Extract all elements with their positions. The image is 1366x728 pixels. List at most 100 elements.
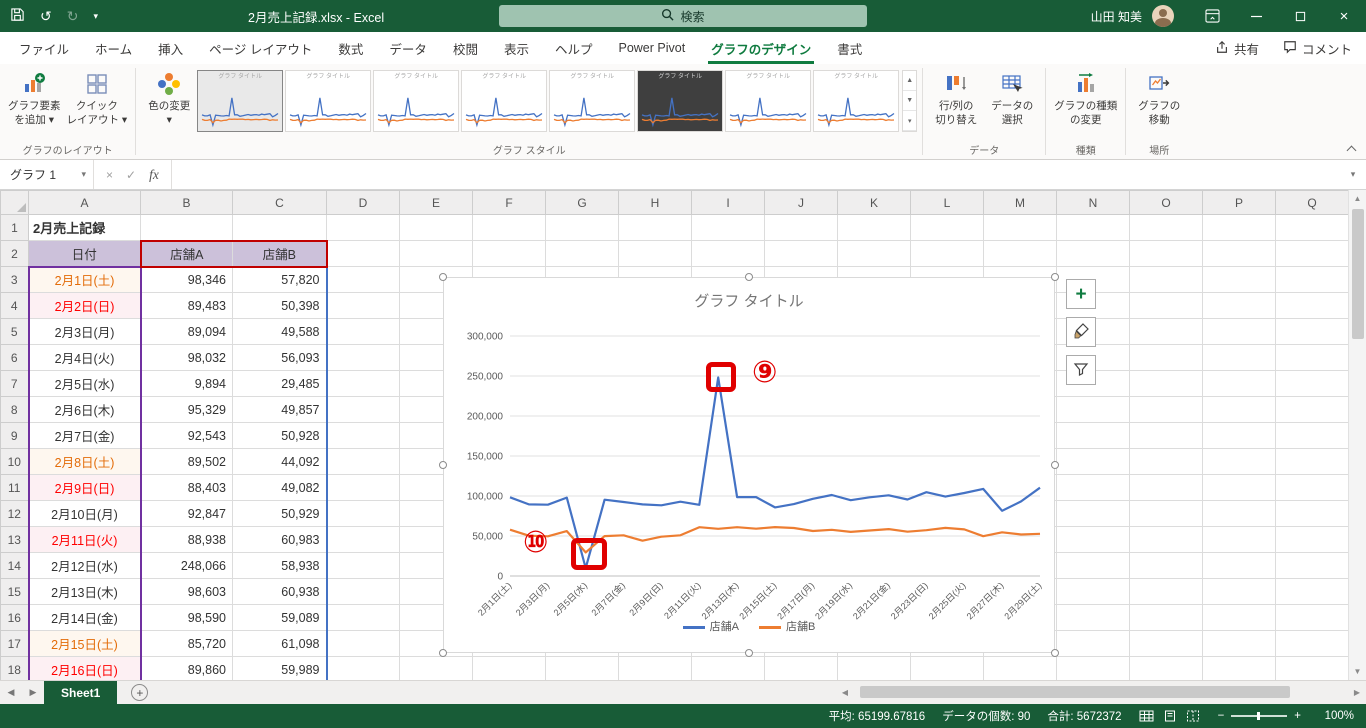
cell-C7[interactable]: 29,485 [232, 370, 328, 397]
cell-B14[interactable]: 248,066 [139, 552, 233, 579]
cell-C16[interactable]: 59,089 [232, 604, 328, 631]
cell-D8[interactable] [326, 396, 400, 423]
cell-E2[interactable] [399, 240, 473, 267]
cell-C14[interactable]: 58,938 [232, 552, 328, 579]
cell-M1[interactable] [983, 214, 1057, 241]
column-header-H[interactable]: H [618, 190, 692, 215]
cell-C10[interactable]: 44,092 [232, 448, 328, 475]
cell-L18[interactable] [910, 656, 984, 680]
scroll-up-icon[interactable]: ▲ [1349, 190, 1366, 207]
cell-O10[interactable] [1129, 448, 1203, 475]
zoom-slider-thumb[interactable] [1257, 712, 1261, 720]
cell-D6[interactable] [326, 344, 400, 371]
cell-N15[interactable] [1056, 578, 1130, 605]
cell-B11[interactable]: 88,403 [139, 474, 233, 501]
cell-I18[interactable] [691, 656, 765, 680]
cell-F18[interactable] [472, 656, 546, 680]
tab-home[interactable]: ホーム [82, 32, 145, 64]
cell-P16[interactable] [1202, 604, 1276, 631]
row-header-10[interactable]: 10 [0, 448, 29, 475]
horizontal-scroll-thumb[interactable] [860, 686, 1290, 698]
row-header-2[interactable]: 2 [0, 240, 29, 267]
cell-A14[interactable]: 2月12日(水) [27, 552, 142, 579]
chart-style-thumbnail-1[interactable]: グラフ タイトル [197, 70, 284, 132]
avatar[interactable] [1152, 5, 1174, 27]
cell-A5[interactable]: 2月3日(月) [27, 318, 142, 345]
cell-P9[interactable] [1202, 422, 1276, 449]
cell-N11[interactable] [1056, 474, 1130, 501]
cell-Q4[interactable] [1275, 292, 1348, 319]
chart-style-thumbnail-7[interactable]: グラフ タイトル [725, 70, 812, 132]
tab-format[interactable]: 書式 [824, 32, 875, 64]
cell-C2[interactable]: 店舗B [232, 239, 328, 268]
cell-N12[interactable] [1056, 500, 1130, 527]
hscroll-left-icon[interactable]: ◀ [836, 688, 854, 697]
style-scroll-down-icon[interactable]: ▼ [903, 91, 917, 111]
cell-D2[interactable] [326, 240, 400, 267]
row-header-15[interactable]: 15 [0, 578, 29, 605]
cell-N14[interactable] [1056, 552, 1130, 579]
cell-M2[interactable] [983, 240, 1057, 267]
row-header-18[interactable]: 18 [0, 656, 29, 680]
column-header-I[interactable]: I [691, 190, 765, 215]
cell-P7[interactable] [1202, 370, 1276, 397]
cell-B5[interactable]: 89,094 [139, 318, 233, 345]
chart-styles-button[interactable] [1066, 317, 1096, 347]
cell-B3[interactable]: 98,346 [139, 265, 233, 293]
row-header-12[interactable]: 12 [0, 500, 29, 527]
page-layout-view-icon[interactable] [1162, 709, 1178, 723]
cell-B15[interactable]: 98,603 [139, 578, 233, 605]
column-header-P[interactable]: P [1202, 190, 1276, 215]
chart-style-thumbnail-4[interactable]: グラフ タイトル [461, 70, 548, 132]
cell-B12[interactable]: 92,847 [139, 500, 233, 527]
cell-Q3[interactable] [1275, 266, 1348, 293]
cell-N2[interactable] [1056, 240, 1130, 267]
cell-O15[interactable] [1129, 578, 1203, 605]
hscroll-track[interactable] [854, 686, 1348, 698]
chart-style-thumbnail-6[interactable]: グラフ タイトル [637, 70, 724, 132]
cell-C8[interactable]: 49,857 [232, 396, 328, 423]
cell-B2[interactable]: 店舗A [139, 239, 233, 268]
cell-D3[interactable] [326, 266, 400, 293]
chart-legend[interactable]: 店舗A 店舗B [444, 618, 1054, 634]
cell-O5[interactable] [1129, 318, 1203, 345]
row-header-17[interactable]: 17 [0, 630, 29, 657]
cell-J18[interactable] [764, 656, 838, 680]
cell-B9[interactable]: 92,543 [139, 422, 233, 449]
cell-C12[interactable]: 50,929 [232, 500, 328, 527]
cell-P8[interactable] [1202, 396, 1276, 423]
cell-N18[interactable] [1056, 656, 1130, 680]
tab-data[interactable]: データ [376, 32, 440, 64]
chart-handle-s[interactable] [745, 649, 753, 657]
cell-Q13[interactable] [1275, 526, 1348, 553]
tab-view[interactable]: 表示 [491, 32, 542, 64]
sheet-nav-right-icon[interactable]: ▶ [22, 687, 44, 698]
cell-Q8[interactable] [1275, 396, 1348, 423]
cell-O18[interactable] [1129, 656, 1203, 680]
cell-O8[interactable] [1129, 396, 1203, 423]
cell-D15[interactable] [326, 578, 400, 605]
cell-B17[interactable]: 85,720 [139, 630, 233, 657]
style-gallery-more-icon[interactable]: ▾ [903, 111, 917, 131]
row-header-9[interactable]: 9 [0, 422, 29, 449]
cell-D4[interactable] [326, 292, 400, 319]
row-header-4[interactable]: 4 [0, 292, 29, 319]
cell-I2[interactable] [691, 240, 765, 267]
row-header-16[interactable]: 16 [0, 604, 29, 631]
cell-C18[interactable]: 59,989 [232, 656, 328, 680]
chart-object[interactable]: 0 50,000 100,000 150,000 200,000 250,000 300,0… [443, 277, 1055, 653]
cell-Q17[interactable] [1275, 630, 1348, 657]
cell-O1[interactable] [1129, 214, 1203, 241]
name-box[interactable]: グラフ 1 ▾ [0, 160, 94, 189]
column-header-N[interactable]: N [1056, 190, 1130, 215]
cell-P17[interactable] [1202, 630, 1276, 657]
cell-C15[interactable]: 60,938 [232, 578, 328, 605]
chart-handle-ne[interactable] [1051, 273, 1059, 281]
cell-D1[interactable] [326, 214, 400, 241]
tab-formulas[interactable]: 数式 [325, 32, 376, 64]
cell-A15[interactable]: 2月13日(木) [27, 578, 142, 605]
cell-D5[interactable] [326, 318, 400, 345]
cell-Q2[interactable] [1275, 240, 1348, 267]
change-colors-button[interactable]: 色の変更 ▾ [141, 67, 197, 131]
select-all-button[interactable] [0, 190, 29, 215]
